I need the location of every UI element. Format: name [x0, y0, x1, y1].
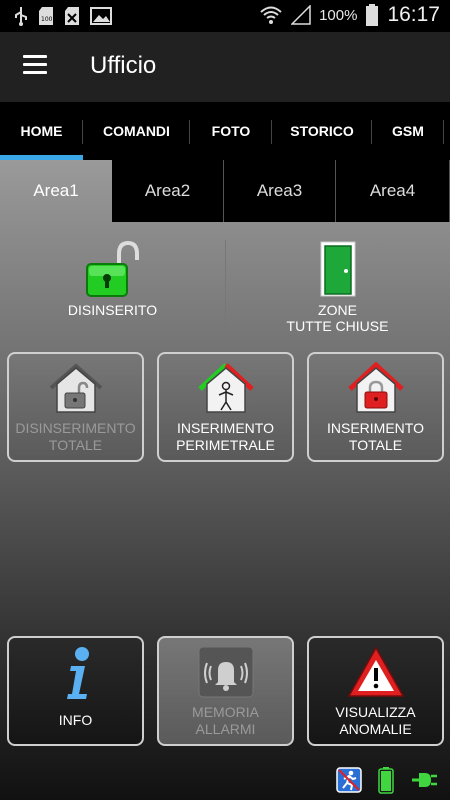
area-tab-4[interactable]: Area4: [336, 160, 450, 222]
info-icon: [67, 647, 89, 699]
info-button[interactable]: INFO: [7, 636, 144, 746]
battery-status-icon: [378, 767, 394, 794]
warning-icon: [347, 646, 405, 697]
main-content: Area1 Area2 Area3 Area4 DISINSERITO ZONE…: [0, 160, 450, 800]
wifi-icon: [260, 6, 282, 24]
usb-icon: [15, 7, 27, 26]
zone-status: ZONE TUTTE CHIUSE: [265, 240, 410, 334]
disarm-total-button[interactable]: DISINSERIMENTO TOTALE: [7, 352, 144, 462]
running-man-icon: [336, 767, 362, 793]
area-tab-3[interactable]: Area3: [224, 160, 336, 222]
arm-status: DISINSERITO: [40, 240, 185, 318]
area-tabs: Area1 Area2 Area3 Area4: [0, 160, 450, 222]
app-bar: Ufficio: [0, 32, 450, 102]
clock: 16:17: [387, 3, 440, 26]
alarm-memory-button[interactable]: MEMORIA ALLARMI: [157, 636, 294, 746]
perimeter-label-1: INSERIMENTO: [177, 420, 274, 436]
no-sim-icon: [65, 7, 79, 25]
status-bar: 100 100% 16:17: [0, 0, 450, 32]
tab-storico[interactable]: STORICO: [272, 102, 372, 160]
tab-gsm-label: GSM: [392, 123, 424, 139]
arm-perimeter-button[interactable]: INSERIMENTO PERIMETRALE: [157, 352, 294, 462]
tab-gsm[interactable]: GSM: [372, 102, 444, 160]
total-label-2: TOTALE: [348, 437, 403, 453]
perimeter-label-2: PERIMETRALE: [176, 437, 275, 453]
svg-text:100: 100: [41, 16, 53, 23]
area-tab-1[interactable]: Area1: [0, 160, 112, 222]
tab-home[interactable]: HOME: [0, 102, 83, 160]
battery-icon: [366, 4, 379, 26]
tab-comandi[interactable]: COMANDI: [83, 102, 190, 160]
tab-home-label: HOME: [20, 123, 63, 139]
page-title: Ufficio: [90, 52, 157, 79]
zones-label-2: TUTTE CHIUSE: [286, 318, 389, 334]
house-locked-icon: [348, 362, 404, 413]
tab-storico-label: STORICO: [290, 123, 354, 139]
memory-label-2: ALLARMI: [195, 721, 256, 737]
main-tabs: HOME COMANDI FOTO STORICO GSM: [0, 102, 450, 160]
battery-percent: 100%: [319, 6, 358, 24]
hamburger-menu-icon[interactable]: [23, 55, 47, 75]
area-tab-2[interactable]: Area2: [112, 160, 224, 222]
anomalies-label-2: ANOMALIE: [339, 721, 412, 737]
house-unlocked-icon: [49, 363, 103, 413]
anomalies-label-1: VISUALIZZA: [335, 704, 416, 720]
tab-foto-label: FOTO: [211, 123, 251, 139]
signal-icon: [291, 5, 311, 25]
power-plug-icon: [412, 773, 437, 787]
total-label-1: INSERIMENTO: [327, 420, 424, 436]
house-perimeter-icon: [198, 363, 254, 413]
arm-state-label: DISINSERITO: [67, 302, 158, 318]
door-icon: [320, 241, 355, 297]
sd-card-icon: 100: [39, 7, 53, 25]
bottom-status-icons: [336, 766, 438, 794]
info-label: INFO: [58, 712, 93, 728]
zones-label-1: ZONE: [318, 302, 357, 318]
alarm-bell-icon: [198, 646, 254, 698]
unlocked-padlock-icon: [85, 240, 139, 297]
tab-foto[interactable]: FOTO: [190, 102, 272, 160]
disarm-label-2: TOTALE: [48, 437, 103, 453]
memory-label-1: MEMORIA: [192, 704, 259, 720]
tab-comandi-label: COMANDI: [103, 123, 170, 139]
disarm-label-1: DISINSERIMENTO: [15, 420, 136, 436]
arm-total-button[interactable]: INSERIMENTO TOTALE: [307, 352, 444, 462]
status-divider: [225, 240, 226, 340]
view-anomalies-button[interactable]: VISUALIZZA ANOMALIE: [307, 636, 444, 746]
image-icon: [90, 7, 112, 25]
